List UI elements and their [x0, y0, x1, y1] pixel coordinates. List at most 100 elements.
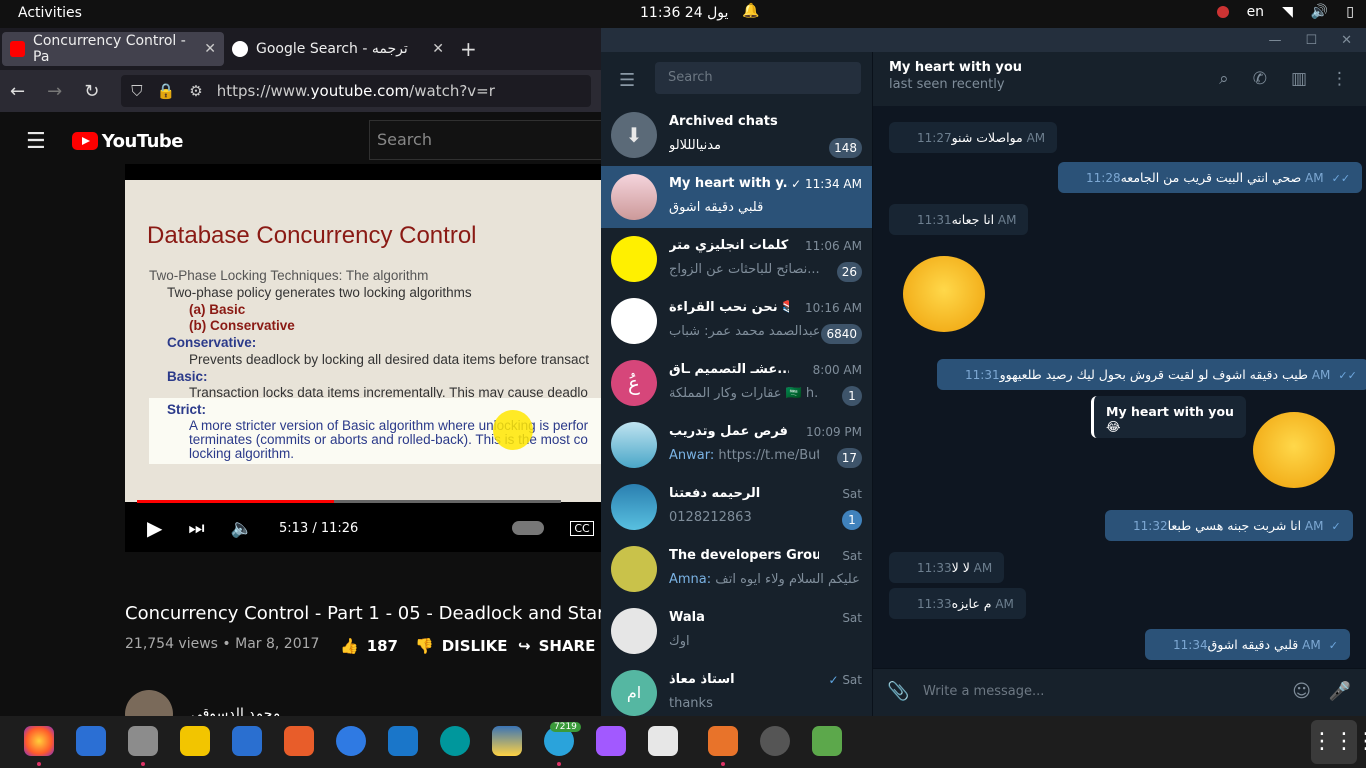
vscode-icon[interactable] — [388, 726, 418, 756]
language-indicator[interactable]: en — [1247, 4, 1265, 20]
message-out[interactable]: طيب دقيقه اشوف لو لقيت قروش بحول ليك رصي… — [937, 359, 1366, 390]
youtube-logo[interactable]: YouTube — [71, 130, 184, 152]
chat-time: Sat — [842, 673, 862, 687]
forward-icon[interactable]: → — [47, 81, 62, 102]
thunderbird-icon[interactable] — [76, 726, 106, 756]
figma-icon[interactable] — [596, 726, 626, 756]
chat-item-reading[interactable]: نحن نحب القراءة 📚 10:16 AM عبدالصمد محمد… — [601, 290, 872, 352]
close-icon[interactable]: ✕ — [432, 41, 444, 57]
play-icon[interactable]: ▶ — [147, 516, 162, 540]
chat-item-jobs[interactable]: فرص عمل وتدريب 10:09 PM Anwar: https://t… — [601, 414, 872, 476]
clock[interactable]: 11:36 24 يول — [640, 5, 728, 21]
chat-avatar: ام — [611, 670, 657, 716]
captions-icon[interactable]: CC — [570, 520, 594, 536]
volume-icon[interactable]: 🔈 — [231, 518, 253, 539]
chat-item-my-heart[interactable]: My heart with y... ✓ 11:34 AM قلبي دقيقه… — [601, 166, 872, 228]
chat-name: Archived chats — [669, 114, 778, 129]
trash-icon[interactable] — [812, 726, 842, 756]
url-domain: youtube.com — [310, 82, 410, 100]
chat-item-wala[interactable]: Wala Sat اوك — [601, 600, 872, 662]
more-icon[interactable]: ⋮ — [1331, 69, 1348, 89]
rhythmbox-icon[interactable] — [180, 726, 210, 756]
search-input[interactable]: Search — [655, 62, 861, 94]
dislike-button[interactable]: 👎 DISLIKE — [415, 637, 508, 655]
reply-preview[interactable]: My heart with you 😂 — [1091, 396, 1246, 438]
chat-item-teacher[interactable]: ام استاذ معاذ ✓ Sat thanks — [601, 662, 872, 724]
chat-name: استاذ معاذ — [669, 672, 735, 687]
search-icon[interactable]: ⌕ — [1219, 69, 1229, 89]
slide-line: (a) Basic — [189, 302, 246, 317]
software-icon[interactable] — [284, 726, 314, 756]
video-player[interactable]: Database Concurrency Control Two-Phase L… — [125, 164, 605, 552]
telegram-window: — ☐ ✕ ☰ Search ⬇ Archived chats مدنياللل… — [601, 28, 1366, 716]
microphone-icon[interactable]: 🎤 — [1329, 681, 1351, 702]
message-in[interactable]: لا لا11:33 AM — [889, 552, 1005, 583]
wifi-icon: ◥ — [1282, 4, 1293, 20]
emoji-icon[interactable]: ☺ — [1292, 681, 1311, 702]
chat-item-design[interactable]: عُ عشـ التصميم ـاق... 8:00 AM عقارات وكا… — [601, 352, 872, 414]
chat-item-english[interactable]: كلمات انجليزي متر... 11:06 AM نصائح للبا… — [601, 228, 872, 290]
sidebar-toggle-icon[interactable]: ▥ — [1291, 69, 1307, 89]
autoplay-toggle[interactable] — [512, 521, 545, 535]
files-icon[interactable] — [128, 726, 158, 756]
activities-button[interactable]: Activities — [18, 5, 82, 21]
firefox-icon[interactable] — [24, 726, 54, 756]
progress-fill — [137, 500, 334, 503]
attach-icon[interactable]: 📎 — [887, 681, 909, 702]
message-text: قلبي دقيقه اشوق — [1207, 637, 1299, 652]
phone-icon[interactable]: ✆ — [1253, 69, 1267, 89]
logo-text: YouTube — [101, 130, 184, 152]
message-in[interactable]: انا جعانه11:31 AM — [889, 204, 1029, 235]
impress-icon[interactable] — [708, 726, 738, 756]
unread-badge: 1 — [842, 510, 862, 530]
menu-icon[interactable]: ☰ — [26, 129, 46, 154]
message-input[interactable]: Write a message... — [923, 684, 1044, 699]
new-tab-icon[interactable]: + — [460, 37, 477, 61]
slide-line: (b) Conservative — [189, 318, 295, 333]
reload-icon[interactable]: ↻ — [84, 81, 99, 102]
message-out[interactable]: قلبي دقيقه اشوق11:34 AM ✓ — [1145, 629, 1350, 660]
chat-preview: وعليكم السلام ولاء ايوه اتف... — [715, 572, 859, 587]
message-in[interactable]: م عايزه11:33 AM — [889, 588, 1026, 619]
chat-avatar — [611, 174, 657, 220]
tab-youtube[interactable]: Concurrency Control - Pa ✕ — [2, 32, 224, 66]
python-icon[interactable] — [492, 726, 522, 756]
close-icon[interactable]: ✕ — [1341, 33, 1352, 48]
menu-icon[interactable]: ☰ — [619, 70, 635, 91]
minimize-icon[interactable]: — — [1268, 33, 1281, 48]
disk-icon[interactable] — [760, 726, 790, 756]
chat-name: The developers Group — [669, 548, 819, 563]
chat-item-archived[interactable]: ⬇ Archived chats مدنيالللالو 148 — [601, 104, 872, 166]
text-editor-icon[interactable] — [648, 726, 678, 756]
arduino-icon[interactable] — [440, 726, 470, 756]
chat-name: فرص عمل وتدريب — [669, 424, 788, 439]
youtube-search-input[interactable]: Search — [369, 120, 609, 160]
lock-icon: 🔒 — [156, 82, 176, 100]
message-out[interactable]: صحي انتي البيت قريب من الجامعه11:28 AM ✓✓ — [1058, 162, 1363, 193]
show-apps-icon[interactable]: ⋮⋮⋮ — [1311, 720, 1366, 764]
back-icon[interactable]: ← — [10, 81, 25, 102]
maximize-icon[interactable]: ☐ — [1305, 33, 1317, 48]
chat-item-developers[interactable]: The developers Group Sat Amna: وعليكم ال… — [601, 538, 872, 600]
message-text: مواصلات شنو — [951, 130, 1023, 145]
url-bar[interactable]: ⛉ 🔒 ⚙ https://www.youtube.com/watch?v=r — [121, 75, 591, 107]
share-button[interactable]: ↪ SHARE — [518, 637, 595, 655]
chat-item-class[interactable]: الرحيمه دفعتنا Sat 0128212863 1 — [601, 476, 872, 538]
next-icon[interactable]: ⏭ — [188, 518, 204, 539]
chat-preview: thanks — [669, 696, 713, 711]
like-button[interactable]: 👍 187 — [340, 637, 398, 655]
tab-google[interactable]: Google Search - ترجمه ✕ — [224, 32, 452, 66]
google-favicon-icon — [232, 41, 248, 57]
read-check-icon: ✓ — [828, 673, 843, 687]
close-icon[interactable]: ✕ — [204, 41, 216, 57]
chat-preview: عبدالصمد محمد عمر: شباب — [669, 324, 819, 339]
unread-badge: 26 — [836, 262, 862, 282]
chat-avatar — [611, 236, 657, 282]
message-in[interactable]: مواصلات شنو11:27 AM — [889, 122, 1058, 153]
chat-preview: قلبي دقيقه اشوق — [669, 200, 764, 215]
writer-icon[interactable] — [232, 726, 262, 756]
help-icon[interactable] — [336, 726, 366, 756]
message-text: م عايزه — [951, 596, 992, 611]
message-out[interactable]: انا شربت جبنه هسي طبعا11:32 AM ✓ — [1105, 510, 1353, 541]
video-progress-bar[interactable] — [137, 500, 561, 503]
